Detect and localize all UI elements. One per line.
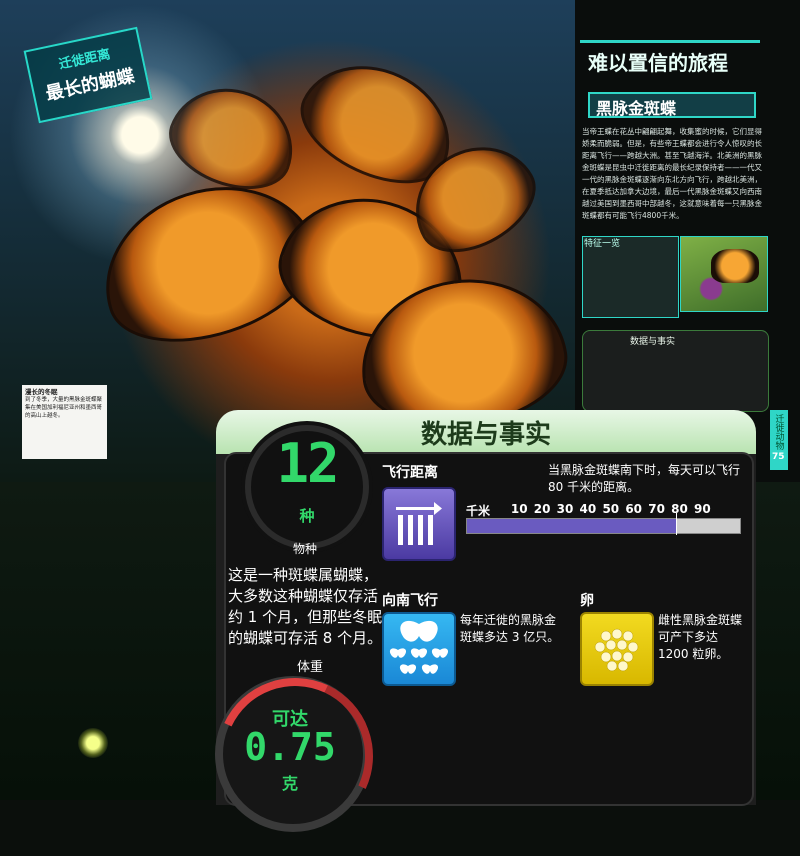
scale-tick-label: 10 — [510, 502, 528, 516]
weight-label: 体重 — [296, 660, 323, 675]
south-flight-icon — [382, 612, 456, 686]
butterflies-icon — [389, 620, 449, 674]
scale-tick-label: 30 — [556, 502, 574, 516]
sidebar-subtitle: 黑脉金斑蝶 — [588, 92, 756, 118]
distance-scale-bar — [466, 513, 741, 535]
sidebar-body: 当帝王蝶在花丛中翩翩起舞，收集蜜的时候，它们显得娇柔而脆弱。但是，有些帝王蝶都会… — [582, 127, 762, 220]
scale-tick-label: 40 — [579, 502, 597, 516]
photo-caption: 漫长的冬眠 到了冬季，大量的黑脉金斑蝶聚集在美国加利福尼亚州和墨西哥的高山上越冬… — [22, 385, 107, 459]
scale-unit-label: 千米 — [466, 504, 491, 518]
weight-unit: 克 — [281, 774, 298, 793]
species-description: 这是一种斑蝶属蝴蝶，大多数这种蝴蝶仅存活约 1 个月，但那些冬眠的蝴蝶可存活 8… — [228, 566, 383, 647]
scale-tick-label: 60 — [625, 502, 643, 516]
features-title: 特征一览 — [584, 239, 621, 249]
firefly-glow — [78, 728, 108, 758]
chapter-tab-label: 迁徙动物 — [773, 414, 784, 450]
caption-title: 漫长的冬眠 — [25, 388, 58, 396]
butterfly-wing-top-left — [157, 71, 309, 205]
mini-facts-box — [582, 330, 769, 412]
species-number: 12 — [276, 432, 339, 495]
caption-text: 到了冬季，大量的黑脉金斑蝶聚集在美国加利福尼亚州和墨西哥的高山上越冬。 — [25, 397, 103, 419]
species-label: 物种 — [292, 542, 317, 556]
flight-distance-title: 飞行距离 — [382, 465, 438, 481]
sidebar-title: 难以置信的旅程 — [580, 40, 760, 80]
eggs-title: 卵 — [580, 593, 594, 609]
scale-tick-label: 80 — [671, 502, 688, 516]
mini-facts-title: 数据与事实 — [630, 337, 676, 347]
south-flight-description: 每年迁徙的黑脉金斑蝶多达 3 亿只。 — [460, 613, 560, 644]
distance-scale-labels: 千米 10 20 30 40 50 60 70 80 90 — [466, 502, 746, 518]
eggs-description: 雌性黑脉金斑蝶可产下多达 1200 粒卵。 — [658, 613, 743, 661]
scale-value-marker — [675, 513, 677, 535]
south-flight-title: 向南飞行 — [382, 593, 438, 609]
distance-scale-fill — [467, 519, 676, 533]
scale-tick-label: 70 — [648, 502, 665, 516]
distance-bars-icon — [396, 502, 442, 545]
egg-cluster-icon — [594, 628, 639, 672]
species-unit: 种 — [299, 507, 315, 525]
flight-distance-icon — [382, 487, 456, 561]
eggs-icon — [580, 612, 654, 686]
flight-distance-description: 当黑脉金斑蝶南下时，每天可以飞行 80 千米的距离。 — [548, 463, 741, 494]
scale-tick-label: 20 — [533, 502, 551, 516]
butterfly-thumbnail — [680, 236, 768, 312]
weight-number: 0.75 — [244, 725, 336, 769]
page-number: 75 — [772, 452, 785, 462]
scale-tick-label: 50 — [602, 502, 620, 516]
scale-tick-label: 90 — [694, 502, 711, 516]
